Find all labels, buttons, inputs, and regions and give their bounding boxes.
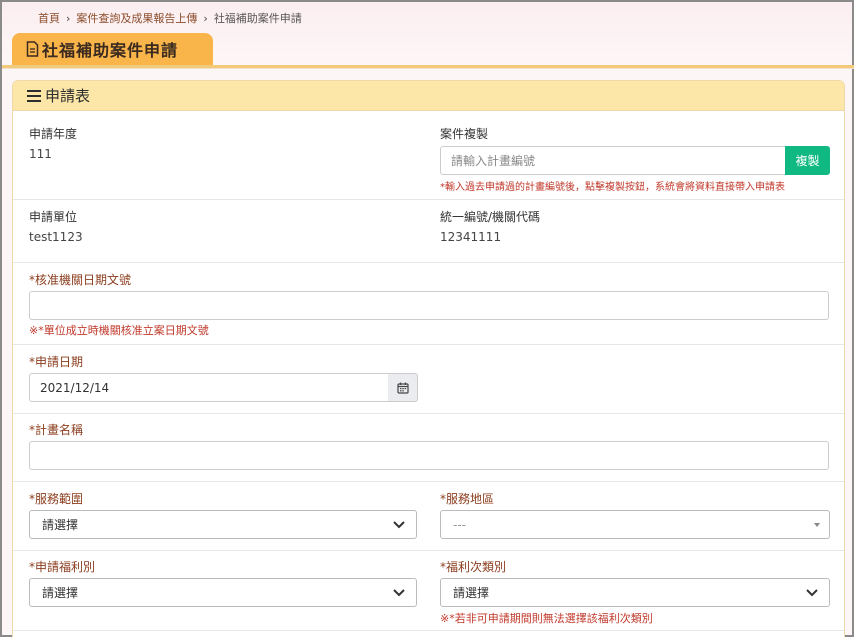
plan-name-label: *計畫名稱 — [29, 423, 84, 437]
chevron-right-icon: › — [203, 11, 208, 25]
welfare-subtype-label: *福利次類別 — [440, 560, 507, 574]
service-area-value: --- — [453, 517, 466, 532]
breadcrumb-home[interactable]: 首頁 — [38, 10, 60, 26]
list-icon — [27, 89, 41, 102]
form-row-approval-doc: *核准機關日期文號 ※*單位成立時機關核准立案日期文號 — [13, 263, 844, 345]
form-row-apply-date: *申請日期 2021/12/14 — [13, 345, 844, 414]
panel-header: 申請表 — [13, 81, 844, 111]
form-row-year-copy: 申請年度 111 案件複製 請輸入計畫編號 複製 *輸入過去申請過的計畫編號後，… — [13, 112, 844, 200]
welfare-type-value: 請選擇 — [42, 586, 79, 600]
breadcrumb-case-query[interactable]: 案件查詢及成果報告上傳 — [76, 10, 197, 26]
copy-button[interactable]: 複製 — [785, 146, 830, 175]
service-area-select[interactable]: --- — [440, 510, 830, 539]
application-form-panel: 申請表 申請年度 111 案件複製 請輸入計畫編號 複製 *輸入過去申請過的計畫… — [12, 80, 845, 637]
form-row-service: *服務範圍 請選擇 *服務地區 --- — [13, 482, 844, 551]
case-copy-input[interactable]: 請輸入計畫編號 — [440, 146, 786, 175]
date-picker-button[interactable] — [388, 373, 418, 402]
welfare-subtype-value: 請選擇 — [453, 586, 490, 600]
chevron-down-icon — [393, 589, 405, 597]
apply-year-value: 111 — [29, 147, 52, 161]
chevron-down-icon — [806, 589, 818, 597]
page-title: 社福補助案件申請 — [42, 41, 179, 60]
caret-down-icon — [814, 523, 820, 527]
case-copy-placeholder: 請輸入計畫編號 — [451, 154, 536, 168]
service-scope-label: *服務範圍 — [29, 492, 84, 506]
apply-date-input[interactable]: 2021/12/14 — [29, 373, 389, 402]
chevron-right-icon: › — [66, 11, 71, 25]
apply-year-label: 申請年度 — [29, 127, 78, 141]
chevron-down-icon — [393, 521, 405, 529]
approval-doc-label: *核准機關日期文號 — [29, 273, 132, 287]
apply-unit-label: 申請單位 — [29, 210, 78, 224]
apply-date-label: *申請日期 — [29, 355, 84, 369]
tax-id-value: 12341111 — [440, 230, 502, 244]
plan-name-input[interactable] — [29, 441, 829, 470]
document-icon — [26, 41, 39, 57]
welfare-subtype-note: ※*若非可申請期間則無法選擇該福利次類別 — [440, 612, 653, 625]
apply-unit-value: test1123 — [29, 230, 83, 244]
service-scope-value: 請選擇 — [42, 518, 79, 532]
page-title-tab: 社福補助案件申請 — [12, 33, 213, 65]
approval-doc-note: ※*單位成立時機關核准立案日期文號 — [29, 324, 209, 337]
page-frame: 首頁 › 案件查詢及成果報告上傳 › 社福補助案件申請 社福補助案件申請 申請表… — [0, 0, 854, 637]
form-row-unit-taxid: 申請單位 test1123 統一編號/機關代碼 12341111 — [13, 200, 844, 263]
tab-divider-shadow — [2, 68, 854, 69]
apply-date-value: 2021/12/14 — [40, 380, 110, 395]
approval-doc-input[interactable] — [29, 291, 829, 320]
form-row-plan-name: *計畫名稱 — [13, 414, 844, 482]
case-copy-label: 案件複製 — [440, 127, 489, 141]
breadcrumb: 首頁 › 案件查詢及成果報告上傳 › 社福補助案件申請 — [38, 10, 302, 26]
tax-id-label: 統一編號/機關代碼 — [440, 210, 541, 224]
breadcrumb-current: 社福補助案件申請 — [213, 12, 302, 25]
service-area-label: *服務地區 — [440, 492, 495, 506]
service-scope-select[interactable]: 請選擇 — [29, 510, 417, 539]
panel-title: 申請表 — [45, 87, 91, 105]
welfare-subtype-select[interactable]: 請選擇 — [440, 578, 830, 607]
calendar-icon — [396, 382, 409, 394]
welfare-type-select[interactable]: 請選擇 — [29, 578, 417, 607]
case-copy-note: *輸入過去申請過的計畫編號後，點擊複製按鈕，系統會將資料直接帶入申請表 — [440, 182, 785, 193]
welfare-type-label: *申請福利別 — [29, 560, 96, 574]
form-row-welfare: *申請福利別 請選擇 *福利次類別 請選擇 ※*若非可申請期間則無法選擇該福利次… — [13, 551, 844, 631]
